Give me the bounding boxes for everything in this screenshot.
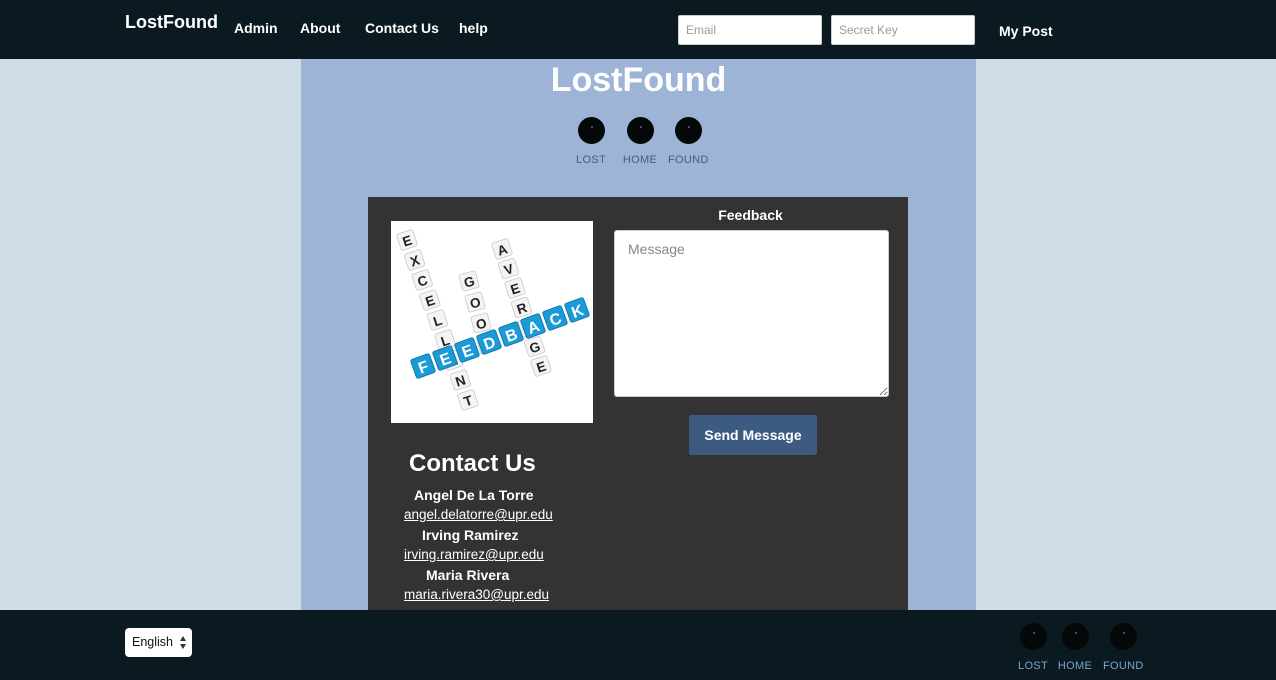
email-input[interactable] [678, 15, 822, 45]
my-post-link[interactable]: My Post [999, 23, 1053, 39]
footer-dot-nav-found[interactable]: FOUND [1103, 623, 1143, 672]
dot-nav-label: HOME [622, 154, 658, 166]
letter-tile: E [504, 277, 526, 299]
contact-email-link[interactable]: angel.delatorre@upr.edu [404, 507, 553, 522]
letter-tile: C [542, 305, 568, 331]
home-dot-icon [626, 117, 654, 144]
contact-name: Angel De La Torre [414, 487, 534, 503]
language-select[interactable]: English [125, 628, 192, 657]
letter-tile: O [470, 312, 492, 334]
dot-nav-label: FOUND [668, 154, 709, 166]
contact-email-link[interactable]: irving.ramirez@upr.edu [404, 547, 544, 562]
letter-tile: E [419, 289, 441, 311]
found-dot-icon [1109, 623, 1137, 650]
send-message-button[interactable]: Send Message [689, 415, 817, 455]
feedback-image: EXCELLENTGOODAVERAGEFEEDBACK [391, 221, 593, 423]
letter-tile: E [396, 229, 418, 251]
secret-key-input[interactable] [831, 15, 975, 45]
brand-link[interactable]: LostFound [125, 12, 218, 33]
nav-link-admin[interactable]: Admin [234, 20, 278, 36]
letter-tile: G [523, 335, 546, 358]
feedback-heading: Feedback [718, 207, 783, 223]
contact-name: Maria Rivera [426, 567, 510, 583]
letter-tile: T [457, 389, 479, 411]
dot-nav-label: FOUND [1103, 660, 1144, 672]
nav-link-contact-us[interactable]: Contact Us [365, 20, 439, 36]
contact-email-link[interactable]: maria.rivera30@upr.edu [404, 587, 549, 602]
letter-tile: V [497, 257, 520, 280]
letter-tile: F [410, 353, 436, 379]
nav-link-help[interactable]: help [459, 20, 488, 36]
lost-dot-icon [577, 117, 605, 144]
top-navbar: LostFound Admin About Contact Us help My… [0, 0, 1276, 59]
feedback-tiles-illustration: EXCELLENTGOODAVERAGEFEEDBACK [396, 229, 590, 411]
dot-nav-home[interactable]: HOME [620, 117, 660, 166]
contact-name: Irving Ramirez [422, 527, 519, 543]
page-title: LostFound [550, 61, 727, 99]
nav-link-about[interactable]: About [300, 20, 340, 36]
contact-us-heading: Contact Us [409, 450, 536, 477]
letter-tile: K [564, 297, 590, 323]
message-textarea[interactable] [614, 230, 889, 397]
letter-tile: R [510, 296, 533, 319]
letter-tile: O [464, 291, 486, 313]
dot-nav-label: HOME [1057, 660, 1093, 672]
footer-bar: English LOST HOME FOUND [0, 610, 1276, 680]
dot-nav-found[interactable]: FOUND [668, 117, 708, 166]
dot-nav-label: LOST [576, 154, 606, 166]
letter-tile: X [404, 249, 426, 271]
dot-nav-label: LOST [1018, 660, 1048, 672]
letter-tile: G [458, 270, 480, 292]
footer-dot-nav-lost[interactable]: LOST [1013, 623, 1053, 672]
found-dot-icon [674, 117, 702, 144]
letter-tile: L [426, 309, 448, 331]
letter-tile: N [449, 369, 471, 391]
footer-dot-nav-home[interactable]: HOME [1055, 623, 1095, 672]
feedback-panel: EXCELLENTGOODAVERAGEFEEDBACK Feedback Se… [368, 197, 908, 610]
language-select-value: English [132, 635, 173, 649]
lost-dot-icon [1019, 623, 1047, 650]
select-arrows-icon [180, 636, 186, 649]
letter-tile: A [491, 238, 513, 260]
letter-tile: C [411, 269, 433, 291]
letter-tile: E [530, 355, 552, 377]
home-dot-icon [1061, 623, 1089, 650]
dot-nav-lost[interactable]: LOST [571, 117, 611, 166]
